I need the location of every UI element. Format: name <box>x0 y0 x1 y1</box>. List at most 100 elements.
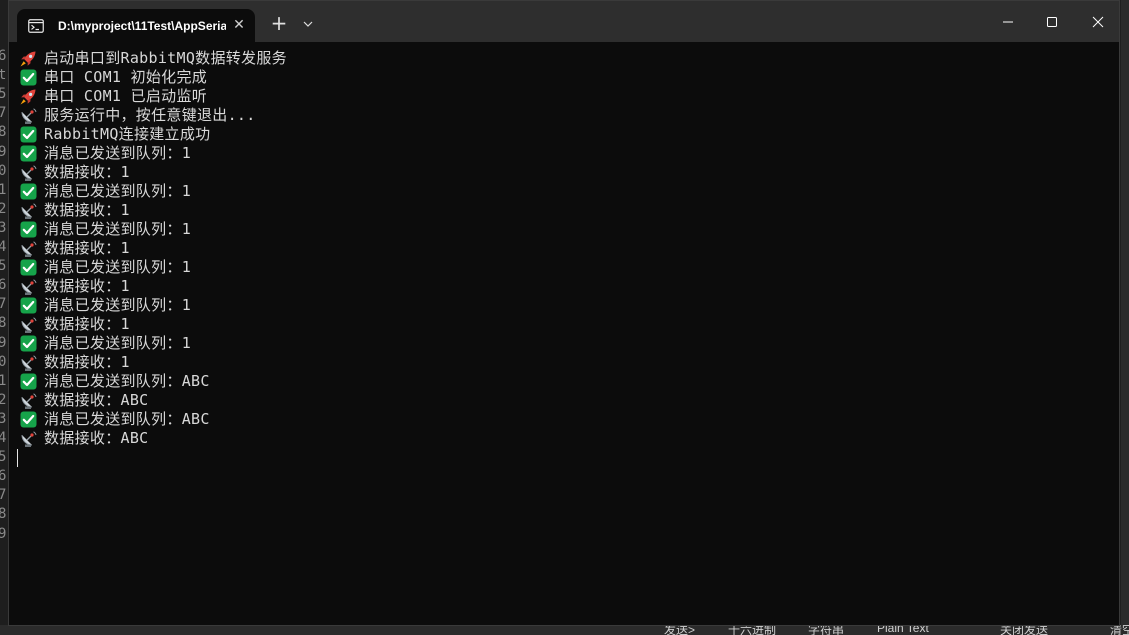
minimize-button[interactable] <box>985 1 1031 42</box>
background-clear: 清空 <box>1110 625 1129 635</box>
console-line-text: 数据接收：ABC <box>44 391 149 409</box>
rocket-icon <box>19 50 37 67</box>
checkmark-icon <box>19 297 37 314</box>
background-line-number: 6 <box>0 48 7 64</box>
console-line-text: 服务运行中，按任意键退出... <box>44 106 256 124</box>
console-line: 数据接收：1 <box>19 315 1109 334</box>
checkmark-icon <box>19 411 37 428</box>
title-bar[interactable]: D:\myproject\11Test\AppSeria ✕ + <box>9 1 1119 42</box>
text-cursor <box>17 449 18 467</box>
checkmark-icon <box>19 259 37 276</box>
background-line-number: 1 <box>0 372 7 389</box>
background-line-number: 9 <box>0 334 7 351</box>
console-line-text: 数据接收：1 <box>44 277 130 295</box>
background-line-number: 2 <box>0 391 7 408</box>
console-line-text: 消息已发送到队列：1 <box>44 296 192 314</box>
background-line-number: 0 <box>0 162 7 179</box>
background-line-number: 8 <box>0 506 7 523</box>
satellite-antenna-icon <box>19 354 37 371</box>
background-line-number: 5 <box>0 449 7 466</box>
background-line-number: 8 <box>0 315 7 332</box>
terminal-window: D:\myproject\11Test\AppSeria ✕ + 启动串口到Ra… <box>8 0 1120 626</box>
console-line: 消息已发送到队列：1 <box>19 258 1109 277</box>
background-send-label: 发送> <box>664 625 696 635</box>
background-status-bar: 发送> 十六进制 字符串 Plain Text 关闭发送 清空 <box>0 625 1129 635</box>
console-line-text: 消息已发送到队列：1 <box>44 258 192 276</box>
background-line-number: 3 <box>0 219 7 236</box>
console-line-text: 数据接收：1 <box>44 315 130 333</box>
background-line-number: 6 <box>0 277 7 294</box>
tab-close-icon[interactable]: ✕ <box>231 17 247 33</box>
background-string-option: 字符串 <box>808 625 845 635</box>
console-line: 消息已发送到队列：ABC <box>19 372 1109 391</box>
console-line: 数据接收：ABC <box>19 429 1109 448</box>
console-line-text: 数据接收：ABC <box>44 429 149 447</box>
background-line-number: 7 <box>0 487 7 504</box>
checkmark-icon <box>19 373 37 390</box>
console-line: 串口 COM1 初始化完成 <box>19 68 1109 87</box>
new-tab-button[interactable]: + <box>265 11 293 35</box>
close-button[interactable] <box>1075 1 1121 42</box>
background-line-number: 1 <box>0 181 7 198</box>
console-line-text: 串口 COM1 已启动监听 <box>44 87 208 105</box>
background-line-number: 2 <box>0 200 7 217</box>
tab-dropdown-button[interactable] <box>294 11 322 35</box>
background-line-number: t <box>0 67 7 84</box>
background-right-edge <box>1121 0 1129 635</box>
console-line: 消息已发送到队列：1 <box>19 182 1109 201</box>
console-line-text: 数据接收：1 <box>44 353 130 371</box>
background-line-number: 4 <box>0 239 7 255</box>
console-line: 消息已发送到队列：1 <box>19 220 1109 239</box>
background-line-number: 9 <box>0 525 7 542</box>
checkmark-icon <box>19 335 37 352</box>
console-output[interactable]: 启动串口到RabbitMQ数据转发服务 串口 COM1 初始化完成 串口 COM… <box>19 49 1109 448</box>
console-line-text: 消息已发送到队列：1 <box>44 144 192 162</box>
console-line: 数据接收：1 <box>19 277 1109 296</box>
satellite-antenna-icon <box>19 107 37 124</box>
checkmark-icon <box>19 69 37 86</box>
console-line: 数据接收：1 <box>19 353 1109 372</box>
satellite-antenna-icon <box>19 164 37 181</box>
background-line-number: 9 <box>0 143 7 160</box>
background-line-number: 7 <box>0 296 7 313</box>
console-line: 启动串口到RabbitMQ数据转发服务 <box>19 49 1109 68</box>
minimize-icon <box>1003 21 1013 22</box>
console-line-text: RabbitMQ连接建立成功 <box>44 125 211 143</box>
background-line-number: 6 <box>0 468 7 485</box>
background-line-number: 0 <box>0 353 7 370</box>
console-line-text: 消息已发送到队列：1 <box>44 182 192 200</box>
background-stop-send: 关闭发送 <box>1000 625 1049 635</box>
satellite-antenna-icon <box>19 240 37 257</box>
background-line-number: 4 <box>0 430 7 446</box>
console-line-text: 消息已发送到队列：1 <box>44 220 192 238</box>
background-line-number: 5 <box>0 86 7 103</box>
background-line-number: 3 <box>0 410 7 427</box>
console-line-text: 启动串口到RabbitMQ数据转发服务 <box>44 49 287 67</box>
checkmark-icon <box>19 183 37 200</box>
console-line-text: 数据接收：1 <box>44 163 130 181</box>
maximize-icon <box>1047 16 1057 27</box>
console-line: 数据接收：1 <box>19 163 1109 182</box>
console-line: 消息已发送到队列：1 <box>19 334 1109 353</box>
console-line: 消息已发送到队列：ABC <box>19 410 1109 429</box>
console-line: 消息已发送到队列：1 <box>19 296 1109 315</box>
background-line-number: 5 <box>0 258 7 275</box>
maximize-button[interactable] <box>1029 1 1075 42</box>
console-line: 串口 COM1 已启动监听 <box>19 87 1109 106</box>
console-line-text: 消息已发送到队列：1 <box>44 334 192 352</box>
background-line-number: 7 <box>0 105 7 122</box>
background-line-number: 8 <box>0 124 7 141</box>
background-format-select: Plain Text <box>877 625 929 635</box>
terminal-icon <box>28 18 44 34</box>
console-line-text: 消息已发送到队列：ABC <box>44 410 210 428</box>
console-line: RabbitMQ连接建立成功 <box>19 125 1109 144</box>
tab-terminal[interactable]: D:\myproject\11Test\AppSeria ✕ <box>17 9 255 42</box>
console-line: 服务运行中，按任意键退出... <box>19 106 1109 125</box>
close-icon <box>1092 16 1104 27</box>
rocket-icon <box>19 88 37 105</box>
tab-title: D:\myproject\11Test\AppSeria <box>58 18 226 33</box>
console-line-text: 消息已发送到队列：ABC <box>44 372 210 390</box>
console-line-text: 数据接收：1 <box>44 201 130 219</box>
console-line-text: 串口 COM1 初始化完成 <box>44 68 208 86</box>
console-line-text: 数据接收：1 <box>44 239 130 257</box>
